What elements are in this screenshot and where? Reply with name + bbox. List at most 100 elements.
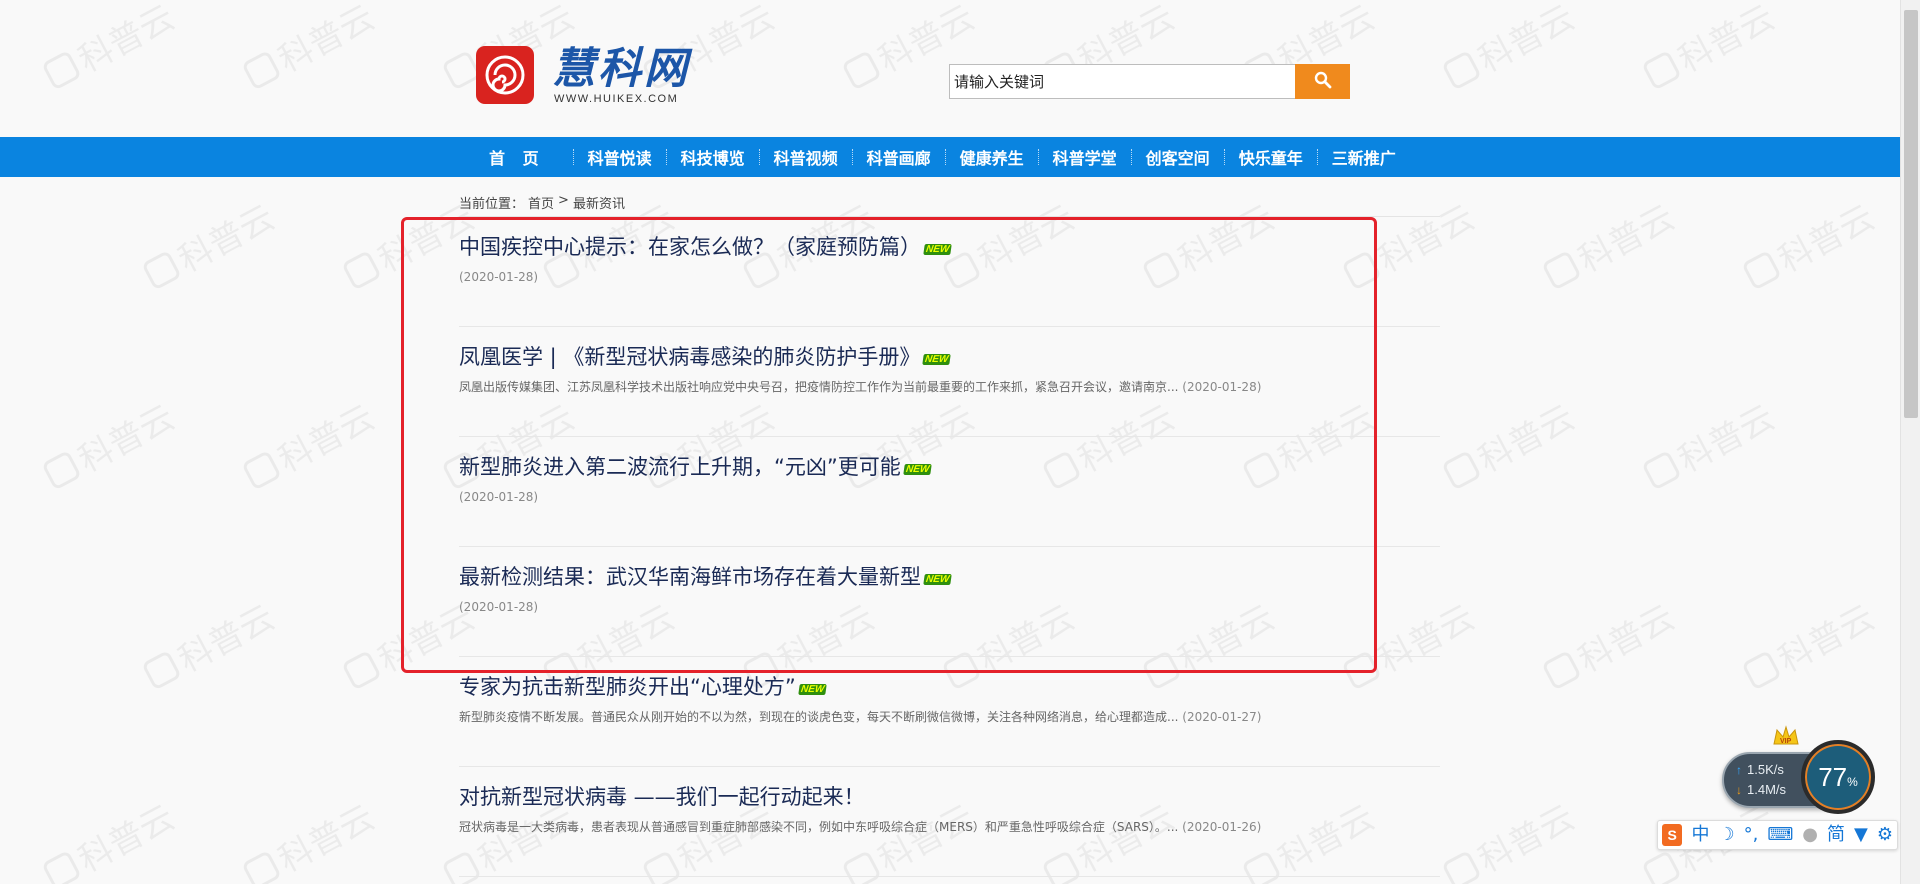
nav-item-3[interactable]: 科普视频 [760, 137, 852, 177]
watermark-logo-icon [1441, 449, 1482, 491]
nav-item-8[interactable]: 快乐童年 [1225, 137, 1317, 177]
settings-icon[interactable]: ⚙ [1877, 824, 1893, 846]
new-badge-icon: NEW [923, 573, 953, 585]
news-meta: 冠状病毒是一大类病毒，患者表现从普通感冒到重症肺部感染不同，例如中东呼吸综合症（… [459, 819, 1261, 835]
user-icon[interactable]: ● [1802, 824, 1818, 846]
site-logo[interactable]: 慧科网 WWW.HUIKEX.COM [476, 45, 690, 105]
news-title-row: 最新检测结果：武汉华南海鲜市场存在着大量新型 NEW [459, 563, 953, 591]
news-item: 凤凰医学 | 《新型冠状病毒感染的肺炎防护手册》 NEW 凤凰出版传媒集团、江苏凤凰… [459, 327, 1440, 437]
search-bar [949, 64, 1350, 99]
news-date: (2020-01-26) [1182, 820, 1262, 834]
news-summary: 新型肺炎疫情不断发展。普通民众从刚开始的不以为然，到现在的谈虎色变，每天不断刷微… [459, 710, 1179, 724]
watermark-logo-icon [341, 249, 382, 291]
watermark-logo-icon [41, 849, 82, 884]
breadcrumb-home-link[interactable]: 首页 [528, 193, 554, 212]
watermark-logo-icon [1541, 249, 1582, 291]
nav-item-7[interactable]: 创客空间 [1132, 137, 1224, 177]
moon-icon[interactable]: ☽ [1718, 824, 1734, 846]
vip-crown-icon: VIP [1772, 724, 1800, 750]
news-title-link[interactable]: 凤凰医学 | 《新型冠状病毒感染的肺炎防护手册》 [459, 343, 920, 371]
memory-usage-gauge[interactable]: 77% [1801, 740, 1875, 814]
news-meta: (2020-01-28) [459, 599, 538, 615]
download-speed-value: 1.4M/s [1747, 782, 1787, 797]
watermark: 科普云 [237, 390, 382, 498]
news-title-link[interactable]: 最新检测结果：武汉华南海鲜市场存在着大量新型 [459, 563, 921, 591]
watermark: 科普云 [1737, 590, 1882, 698]
ime-toolbar: S 中 ☽ °, ⌨ ● 简 ▼ ⚙ [1657, 820, 1898, 850]
watermark-text: 科普云 [1572, 197, 1681, 281]
news-title-link[interactable]: 对抗新型冠状病毒 ——我们一起行动起来！ [459, 783, 865, 811]
logo-text: 慧科网 WWW.HUIKEX.COM [552, 45, 690, 105]
page: 科普云 科普云 科普云 科普云 科普云 科普云 科普云 科普云 科普云 科普云 科普云 科普云 科普云科… [0, 0, 1920, 884]
watermark: 科普云 [37, 390, 182, 498]
nav-item-1[interactable]: 科普悦读 [574, 137, 666, 177]
watermark-text: 科普云 [172, 597, 281, 681]
news-meta: 凤凰出版传媒集团、江苏凤凰科学技术出版社响应党中央号召，把疫情防控工作作为当前最… [459, 379, 1261, 395]
download-speed: ↓ 1.4M/s [1736, 782, 1786, 797]
watermark-logo-icon [1741, 649, 1782, 691]
news-item: 对抗新型冠状病毒 ——我们一起行动起来！ 冠状病毒是一大类病毒，患者表现从普通感冒… [459, 767, 1440, 877]
news-title-link[interactable]: 新型肺炎进入第二波流行上升期，“元凶”更可能 [459, 453, 901, 481]
memory-percent: 77 [1818, 761, 1848, 792]
watermark: 科普云 [1737, 190, 1882, 298]
news-summary: 凤凰出版传媒集团、江苏凤凰科学技术出版社响应党中央号召，把疫情防控工作作为当前最… [459, 380, 1179, 394]
watermark: 科普云 [1437, 390, 1582, 498]
vertical-scrollbar[interactable] [1900, 0, 1920, 884]
news-title-link[interactable]: 中国疾控中心提示：在家怎么做？（家庭预防篇） [459, 233, 921, 261]
logo-domain: WWW.HUIKEX.COM [554, 93, 679, 105]
keyboard-icon[interactable]: ⌨ [1767, 824, 1793, 846]
news-title-row: 凤凰医学 | 《新型冠状病毒感染的肺炎防护手册》 NEW [459, 343, 952, 371]
news-title-row: 新型肺炎进入第二波流行上升期，“元凶”更可能 NEW [459, 453, 932, 481]
watermark-logo-icon [341, 649, 382, 691]
watermark: 科普云 [1537, 190, 1682, 298]
network-speed-widget[interactable]: VIP ↑ 1.5K/s ↓ 1.4M/s 77% [1722, 724, 1875, 814]
search-button[interactable] [1295, 64, 1350, 99]
breadcrumb: 当前位置： 首页 > 最新资讯 [459, 193, 625, 212]
breadcrumb-current[interactable]: 最新资讯 [573, 193, 625, 212]
punctuation-icon[interactable]: °, [1744, 824, 1759, 846]
news-meta: 新型肺炎疫情不断发展。普通民众从刚开始的不以为然，到现在的谈虎色变，每天不断刷微… [459, 709, 1261, 725]
nav-item-0[interactable]: 首 页 [476, 137, 573, 177]
news-summary: 冠状病毒是一大类病毒，患者表现从普通感冒到重症肺部感染不同，例如中东呼吸综合症（… [459, 820, 1179, 834]
watermark-logo-icon [1641, 849, 1682, 884]
scrollbar-thumb[interactable] [1904, 10, 1918, 418]
ime-mode-toggle[interactable]: 中 [1691, 824, 1709, 846]
watermark: 科普云 [1637, 390, 1782, 498]
watermark-text: 科普云 [272, 797, 381, 881]
news-meta: (2020-01-28) [459, 269, 538, 285]
news-item: 新型肺炎进入第二波流行上升期，“元凶”更可能 NEW (2020-01-28) [459, 437, 1440, 547]
watermark-text: 科普云 [1772, 197, 1881, 281]
news-date: (2020-01-27) [1182, 710, 1262, 724]
nav-item-9[interactable]: 三新推广 [1318, 137, 1410, 177]
news-title-link[interactable]: 专家为抗击新型肺炎开出“心理处方” [459, 673, 796, 701]
news-title-row: 中国疾控中心提示：在家怎么做？（家庭预防篇） NEW [459, 233, 953, 261]
nav-item-5[interactable]: 健康养生 [946, 137, 1038, 177]
watermark-logo-icon [1641, 449, 1682, 491]
news-title-row: 专家为抗击新型肺炎开出“心理处方” NEW [459, 673, 827, 701]
news-item: 最新检测结果：武汉华南海鲜市场存在着大量新型 NEW (2020-01-28) [459, 547, 1440, 657]
watermark-text: 科普云 [1772, 597, 1881, 681]
sogou-logo-icon[interactable]: S [1662, 824, 1683, 846]
nav-item-4[interactable]: 科普画廊 [853, 137, 945, 177]
skin-icon[interactable]: ▼ [1854, 824, 1868, 846]
news-date: (2020-01-28) [459, 270, 539, 284]
news-meta: (2020-01-28) [459, 489, 538, 505]
news-item: 专家为抗击新型肺炎开出“心理处方” NEW 新型肺炎疫情不断发展。普通民众从刚开始的… [459, 657, 1440, 767]
nav-item-2[interactable]: 科技博览 [667, 137, 759, 177]
new-badge-icon: NEW [922, 353, 952, 365]
watermark-text: 科普云 [72, 797, 181, 881]
simplified-toggle[interactable]: 简 [1827, 824, 1845, 846]
logo-emblem-icon [476, 46, 534, 104]
main-nav: 首 页科普悦读 科技博览 科普视频 科普画廊 健康养生 科普学堂 创客空间 快乐童年 三新推广 [0, 137, 1900, 177]
percent-sign: % [1847, 775, 1858, 789]
nav-item-6[interactable]: 科普学堂 [1039, 137, 1131, 177]
watermark-text: 科普云 [72, 397, 181, 481]
news-title-row: 对抗新型冠状病毒 ——我们一起行动起来！ [459, 783, 865, 811]
watermark: 科普云 [237, 790, 382, 884]
search-input[interactable] [949, 64, 1295, 99]
watermark-text: 科普云 [1572, 597, 1681, 681]
news-item: 中国疾控中心提示：在家怎么做？（家庭预防篇） NEW (2020-01-28) [459, 217, 1440, 327]
watermark-logo-icon [241, 849, 282, 884]
breadcrumb-prefix: 当前位置： [459, 197, 525, 212]
watermark-logo-icon [1741, 249, 1782, 291]
